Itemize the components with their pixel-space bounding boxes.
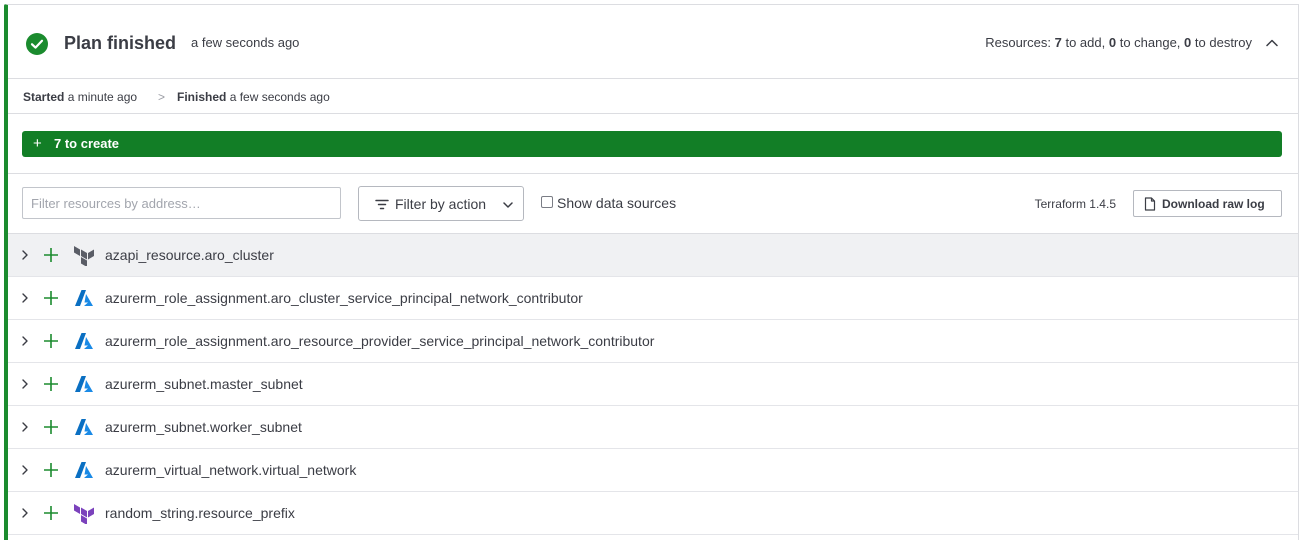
- plus-icon: [44, 420, 58, 434]
- chevron-right-icon[interactable]: [20, 378, 30, 390]
- azure-icon: [75, 419, 93, 435]
- add-count: 7: [1054, 35, 1062, 50]
- chevron-right-icon[interactable]: [20, 335, 30, 347]
- terraform-version: Terraform 1.4.5: [1034, 197, 1116, 211]
- filter-icon: [375, 199, 389, 210]
- timing-separator: >: [158, 90, 166, 104]
- resource-row[interactable]: azapi_resource.aro_cluster: [8, 234, 1298, 277]
- chevron-up-icon[interactable]: [1265, 36, 1279, 50]
- started-label: Started: [23, 90, 65, 104]
- resource-address: azurerm_subnet.worker_subnet: [105, 419, 302, 435]
- plus-icon: [44, 463, 58, 477]
- resource-row[interactable]: azurerm_virtual_network.virtual_network: [8, 449, 1298, 492]
- resource-address: azurerm_role_assignment.aro_cluster_serv…: [105, 290, 583, 306]
- resource-address: random_string.resource_prefix: [105, 505, 295, 521]
- download-raw-log-button[interactable]: Download raw log: [1133, 190, 1282, 217]
- terraform-icon: [74, 504, 94, 524]
- started-info: Started a minute ago: [23, 80, 137, 114]
- resources-summary: Resources: 7 to add, 0 to change, 0 to d…: [985, 35, 1252, 51]
- plus-icon: [44, 377, 58, 391]
- resource-address: azurerm_role_assignment.aro_resource_pro…: [105, 333, 655, 349]
- resource-row[interactable]: azurerm_role_assignment.aro_resource_pro…: [8, 320, 1298, 363]
- chevron-right-icon[interactable]: [20, 292, 30, 304]
- plan-panel: Plan finished a few seconds ago Resource…: [4, 4, 1299, 540]
- chevron-down-icon: [503, 202, 513, 208]
- plan-time: a few seconds ago: [191, 35, 300, 50]
- azure-icon: [75, 290, 93, 306]
- chevron-right-icon[interactable]: [20, 421, 30, 433]
- resource-row[interactable]: random_string.resource_prefix: [8, 492, 1298, 535]
- chevron-right-icon[interactable]: [20, 507, 30, 519]
- chevron-right-icon[interactable]: [20, 464, 30, 476]
- resource-address: azapi_resource.aro_cluster: [105, 247, 274, 263]
- plan-header: Plan finished a few seconds ago Resource…: [8, 5, 1298, 79]
- resource-address: azurerm_subnet.master_subnet: [105, 376, 303, 392]
- started-value: a minute ago: [67, 90, 138, 104]
- destroy-count: 0: [1184, 35, 1192, 50]
- resource-row[interactable]: azurerm_subnet.master_subnet: [8, 363, 1298, 406]
- plus-icon: [44, 506, 58, 520]
- resource-address: azurerm_virtual_network.virtual_network: [105, 462, 357, 478]
- azure-icon: [75, 376, 93, 392]
- plus-icon: [44, 291, 58, 305]
- resource-row[interactable]: azurerm_role_assignment.aro_cluster_serv…: [8, 277, 1298, 320]
- change-label: to change,: [1119, 35, 1181, 50]
- change-count: 0: [1108, 35, 1117, 50]
- filter-by-action-label: Filter by action: [395, 196, 487, 212]
- azure-icon: [75, 462, 93, 478]
- resources-prefix: Resources:: [985, 35, 1051, 50]
- create-count-label: 7 to create: [54, 136, 120, 151]
- plan-title: Plan finished: [64, 33, 177, 53]
- create-summary-bar[interactable]: + 7 to create: [22, 131, 1282, 157]
- plus-icon: +: [33, 135, 42, 152]
- file-icon: [1144, 197, 1156, 211]
- add-label: to add,: [1065, 35, 1106, 50]
- chevron-right-icon[interactable]: [20, 249, 30, 261]
- download-raw-log-label: Download raw log: [1162, 197, 1265, 211]
- show-data-sources-checkbox[interactable]: [541, 196, 553, 208]
- timing-row: Started a minute ago > Finished a few se…: [8, 80, 1298, 114]
- destroy-label: to destroy: [1194, 35, 1252, 50]
- finished-info: Finished a few seconds ago: [177, 80, 330, 114]
- show-data-sources-label: Show data sources: [557, 195, 677, 211]
- finished-label: Finished: [177, 90, 227, 104]
- plus-icon: [44, 248, 58, 262]
- filter-by-action-button[interactable]: Filter by action: [358, 186, 524, 221]
- resource-list: azapi_resource.aro_cluster azurerm_role_…: [8, 234, 1298, 535]
- resource-row[interactable]: azurerm_subnet.worker_subnet: [8, 406, 1298, 449]
- azure-icon: [75, 333, 93, 349]
- check-circle-icon: [26, 33, 48, 55]
- filter-address-input[interactable]: [22, 187, 341, 219]
- divider: [8, 173, 1298, 174]
- plus-icon: [44, 334, 58, 348]
- finished-value: a few seconds ago: [229, 90, 330, 104]
- terraform-icon: [74, 246, 94, 266]
